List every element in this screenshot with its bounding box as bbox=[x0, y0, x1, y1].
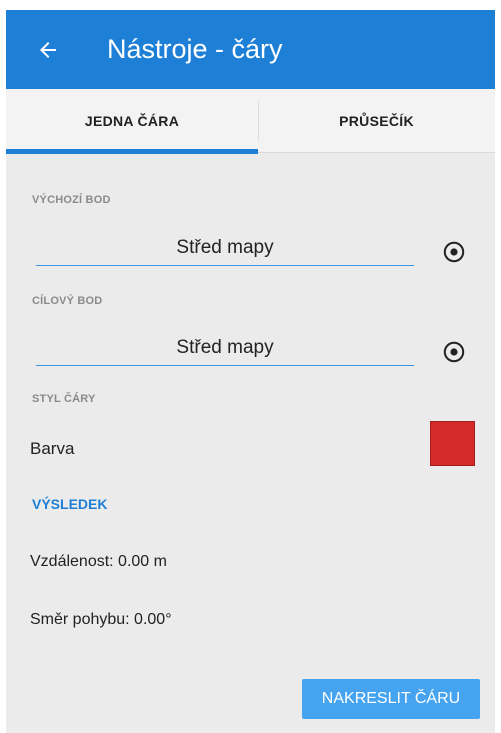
line-style-label: STYL ČÁRY bbox=[32, 393, 96, 405]
color-swatch[interactable] bbox=[430, 421, 475, 466]
target-icon[interactable] bbox=[442, 240, 466, 264]
page-title: Nástroje - čáry bbox=[107, 34, 283, 64]
tab-bar: JEDNA ČÁRA PRŮSEČÍK bbox=[6, 89, 495, 153]
target-icon[interactable] bbox=[442, 340, 466, 364]
tab-single-line[interactable]: JEDNA ČÁRA bbox=[6, 89, 258, 153]
screen: Nástroje - čáry JEDNA ČÁRA PRŮSEČÍK VÝCH… bbox=[6, 10, 495, 733]
tab-intersection[interactable]: PRŮSEČÍK bbox=[258, 89, 495, 153]
start-point-label: VÝCHOZÍ BOD bbox=[32, 194, 111, 206]
color-label: Barva bbox=[30, 439, 75, 458]
back-button[interactable] bbox=[28, 30, 68, 70]
draw-line-button[interactable]: NAKRESLIT ČÁRU bbox=[302, 679, 480, 719]
active-tab-indicator bbox=[6, 149, 258, 154]
result-header: VÝSLEDEK bbox=[32, 496, 108, 512]
end-point-label: CÍLOVÝ BOD bbox=[32, 295, 103, 307]
arrow-left-icon bbox=[40, 42, 56, 58]
bearing-value: Směr pohybu: 0.00° bbox=[30, 611, 172, 628]
end-point-field[interactable]: Střed mapy bbox=[36, 330, 414, 366]
app-bar: Nástroje - čáry bbox=[6, 10, 495, 89]
distance-value: Vzdálenost: 0.00 m bbox=[30, 553, 167, 570]
start-point-field[interactable]: Střed mapy bbox=[36, 230, 414, 266]
